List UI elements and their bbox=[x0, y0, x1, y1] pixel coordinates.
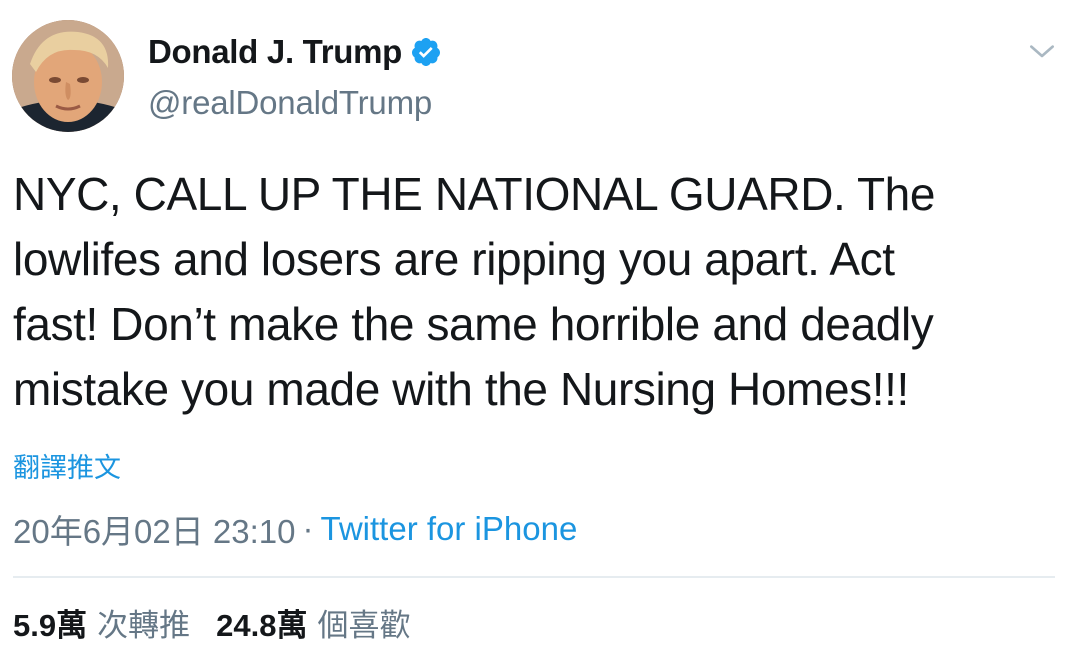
tweet-line: lowlifes and losers are ripping you apar… bbox=[13, 233, 895, 285]
tweet-line: NYC, CALL UP THE NATIONAL GUARD. The bbox=[13, 168, 936, 220]
likes-label: 個喜歡 bbox=[317, 608, 411, 643]
author-handle[interactable]: @realDonaldTrump bbox=[148, 84, 432, 122]
tweet-stats: 5.9萬 次轉推 24.8萬 個喜歡 bbox=[13, 600, 410, 645]
verified-badge-icon bbox=[412, 38, 441, 66]
avatar[interactable] bbox=[12, 20, 124, 132]
divider bbox=[13, 576, 1055, 578]
tweet-line: mistake you made with the Nursing Homes!… bbox=[13, 363, 909, 415]
likes-count: 24.8萬 bbox=[216, 608, 308, 643]
tweet-line: fast! Don’t make the same horrible and d… bbox=[13, 298, 934, 350]
chevron-down-icon[interactable] bbox=[1026, 36, 1058, 68]
author-name-row[interactable]: Donald J. Trump bbox=[148, 30, 442, 74]
translate-tweet-link[interactable]: 翻譯推文 bbox=[13, 446, 121, 485]
meta-separator: · bbox=[302, 510, 314, 547]
retweets-stat[interactable]: 5.9萬 次轉推 bbox=[13, 600, 190, 645]
avatar-photo bbox=[12, 20, 124, 132]
author-display-name[interactable]: Donald J. Trump bbox=[148, 33, 402, 71]
tweet-source-link[interactable]: Twitter for iPhone bbox=[321, 510, 578, 548]
tweet-text: NYC, CALL UP THE NATIONAL GUARD. The low… bbox=[13, 162, 1073, 422]
likes-stat[interactable]: 24.8萬 個喜歡 bbox=[216, 600, 410, 645]
tweet-meta: 20年6月02日 23:10 · Twitter for iPhone bbox=[13, 505, 577, 553]
retweets-label: 次轉推 bbox=[97, 608, 191, 643]
tweet-timestamp[interactable]: 20年6月02日 23:10 bbox=[13, 505, 296, 553]
retweets-count: 5.9萬 bbox=[13, 608, 88, 643]
